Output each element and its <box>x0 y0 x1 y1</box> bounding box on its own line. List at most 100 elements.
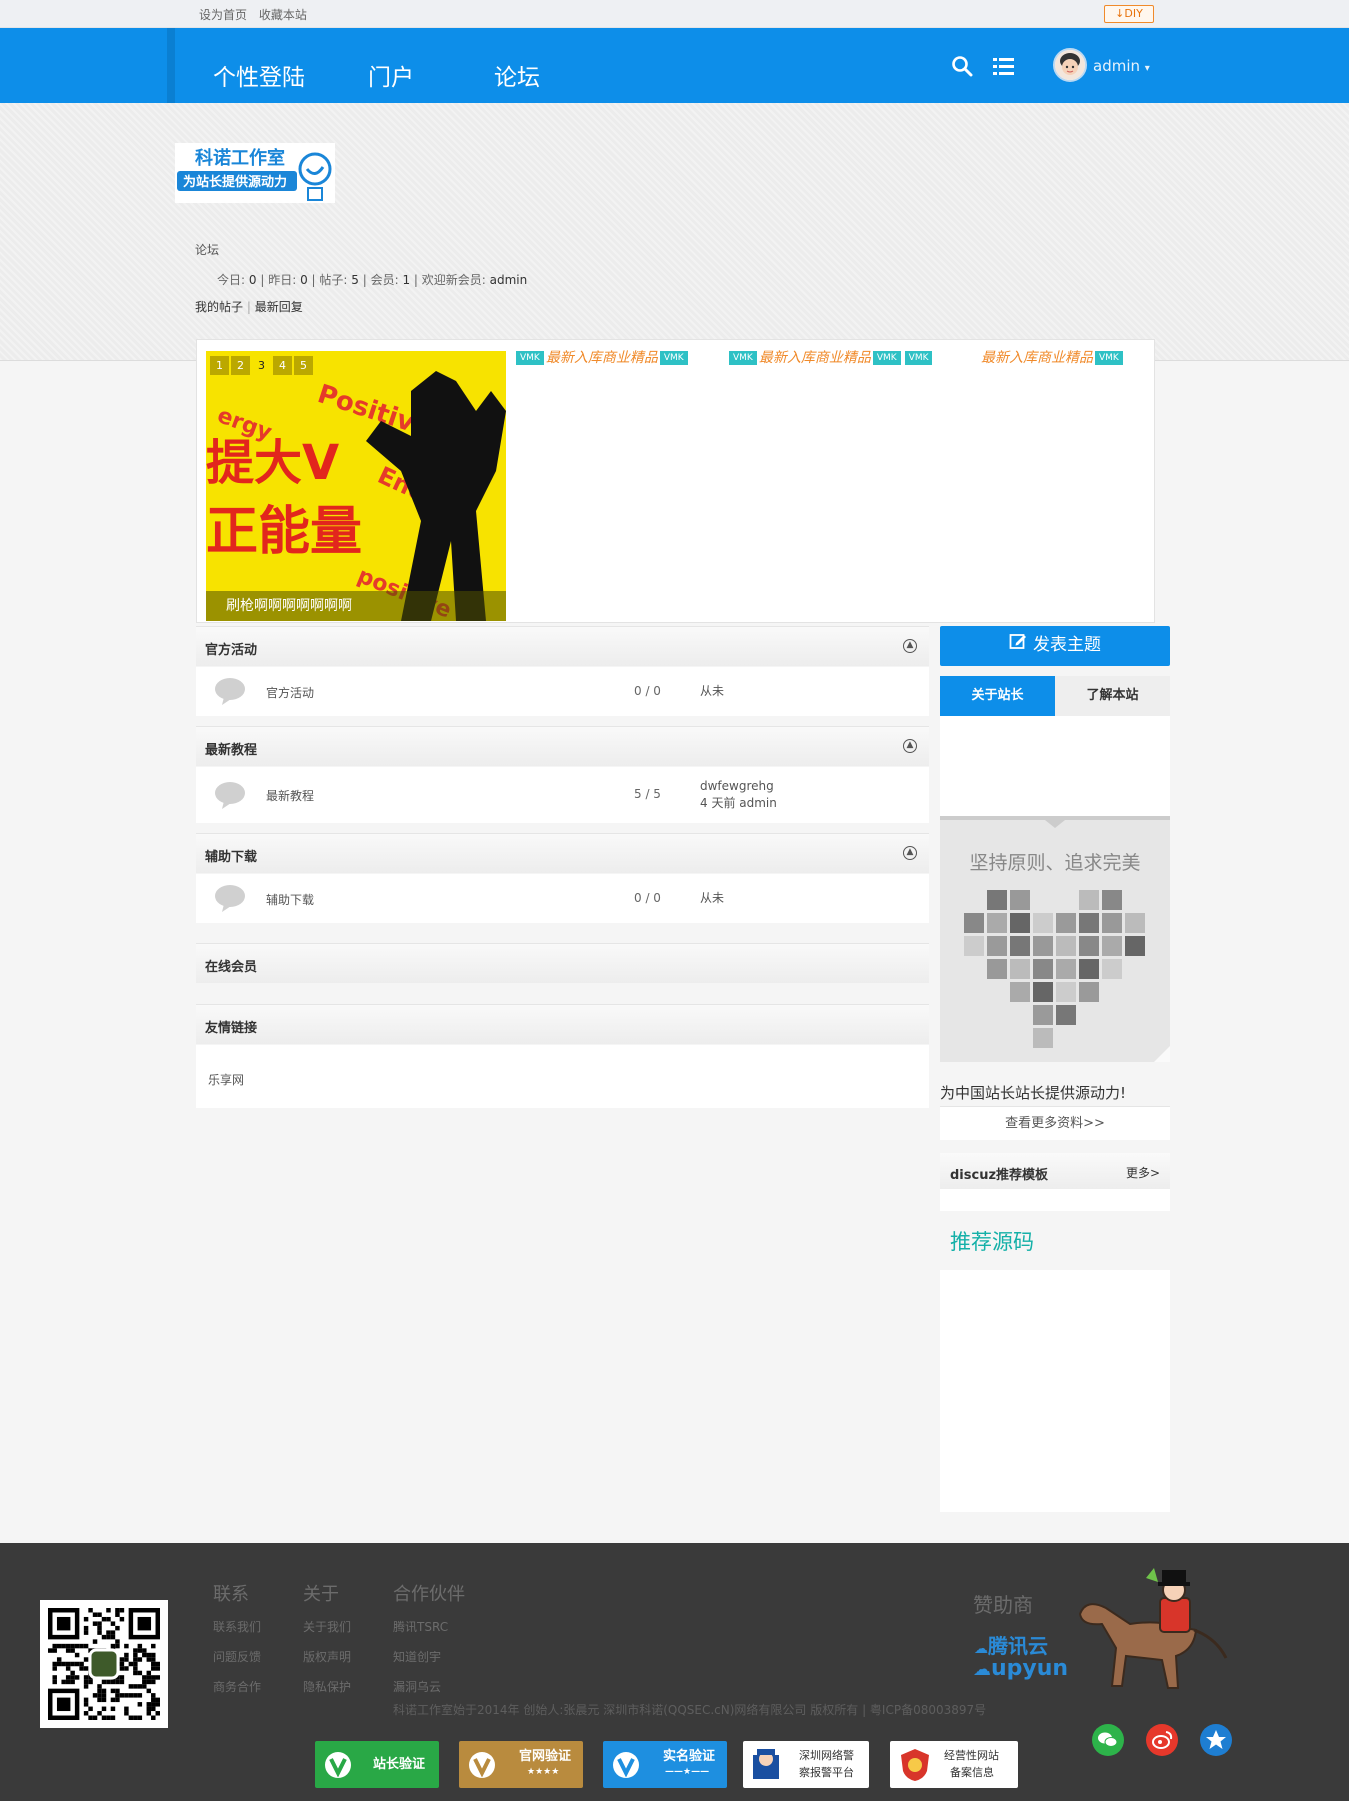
heart-photo-thumb[interactable] <box>987 913 1007 933</box>
heart-photo-thumb[interactable] <box>1079 982 1099 1002</box>
footer-link[interactable]: 问题反馈 <box>213 1648 261 1665</box>
group-title[interactable]: 官方活动 <box>205 639 257 658</box>
tab-about-site[interactable]: 了解本站 <box>1055 676 1170 716</box>
badge-realname-verify[interactable]: 实名验证 ——★—— <box>603 1741 727 1788</box>
heart-photo-thumb[interactable] <box>1056 936 1076 956</box>
heart-photo-thumb[interactable] <box>1033 936 1053 956</box>
marquee-item[interactable]: VMK 最新入库商业精品 VMK <box>514 347 690 367</box>
friend-link[interactable]: 乐享网 <box>208 1071 244 1088</box>
heart-photo-thumb[interactable] <box>1079 890 1099 910</box>
heart-photo-thumb[interactable] <box>1010 959 1030 979</box>
slide-page-button[interactable]: 1 <box>210 356 229 375</box>
heart-photo-thumb[interactable] <box>1102 913 1122 933</box>
forum-name[interactable]: 辅助下载 <box>266 891 314 908</box>
recommend-more-link[interactable]: 更多> <box>1126 1164 1160 1181</box>
heart-photo-thumb[interactable] <box>964 936 984 956</box>
footer-link[interactable]: 腾讯TSRC <box>393 1618 465 1635</box>
heart-photo-thumb[interactable] <box>1033 1028 1053 1048</box>
footer-link[interactable]: 联系我们 <box>213 1618 261 1635</box>
footer-link[interactable]: 隐私保护 <box>303 1678 351 1695</box>
sponsor-tencent-cloud[interactable]: ☁腾讯云 <box>974 1630 1048 1659</box>
footer-link[interactable]: 关于我们 <box>303 1618 351 1635</box>
collapse-icon[interactable]: ▲ <box>903 846 917 860</box>
heart-photo-thumb[interactable] <box>1125 913 1145 933</box>
more-info-link[interactable]: 查看更多资料>> <box>940 1106 1170 1140</box>
heart-photo-thumb[interactable] <box>1010 936 1030 956</box>
heart-photo-thumb[interactable] <box>987 936 1007 956</box>
footer-link[interactable]: 版权声明 <box>303 1648 351 1665</box>
forum-last-post: 从未 <box>700 891 725 905</box>
marquee-item[interactable]: 最新入库商业精品 VMK <box>981 347 1125 367</box>
slide-page-button[interactable]: 2 <box>231 356 250 375</box>
heart-photo-thumb[interactable] <box>987 959 1007 979</box>
last-post-title[interactable]: dwfewgrehg <box>700 778 777 795</box>
heart-photo-thumb[interactable] <box>1033 982 1053 1002</box>
heart-photo-thumb[interactable] <box>1033 959 1053 979</box>
new-thread-button[interactable]: 发表主题 <box>940 626 1170 666</box>
bookmark-link[interactable]: 收藏本站 <box>259 8 307 22</box>
badge-police-platform[interactable]: 深圳网络警 察报警平台 <box>743 1741 869 1788</box>
marquee-item[interactable]: VMK 最新入库商业精品 VMK VMK <box>727 347 934 367</box>
slide-page-button-active[interactable]: 3 <box>252 356 271 375</box>
footer-link[interactable]: 商务合作 <box>213 1678 261 1695</box>
heart-photo-thumb[interactable] <box>1010 982 1030 1002</box>
weibo-icon[interactable] <box>1146 1724 1178 1756</box>
slide-page-button[interactable]: 4 <box>273 356 292 375</box>
heart-photo-thumb[interactable] <box>1125 936 1145 956</box>
site-logo[interactable]: 科诺工作室 为站长提供源动力 <box>175 143 335 203</box>
heart-photo-thumb[interactable] <box>1033 913 1053 933</box>
photo-heart[interactable] <box>960 890 1150 1050</box>
police-icon <box>753 1749 779 1779</box>
heart-photo-thumb[interactable] <box>964 913 984 933</box>
avatar[interactable] <box>1053 48 1087 82</box>
welcome-user-link[interactable]: admin <box>490 273 528 287</box>
list-menu-icon[interactable] <box>992 55 1018 81</box>
recommend-title: discuz推荐模板 <box>950 1168 1049 1183</box>
footer-heading: 联系 <box>213 1584 249 1605</box>
nav-item-login[interactable]: 个性登陆 <box>213 58 305 92</box>
footer-link[interactable]: 漏洞乌云 <box>393 1678 465 1695</box>
heart-photo-thumb[interactable] <box>1056 959 1076 979</box>
heart-photo-thumb[interactable] <box>1056 913 1076 933</box>
heart-photo-thumb[interactable] <box>1033 1005 1053 1025</box>
nav-item-forum[interactable]: 论坛 <box>494 58 540 92</box>
heart-photo-thumb[interactable] <box>1079 936 1099 956</box>
slide-image[interactable]: Positive ergy Energy positive 提大V 正能量 <box>206 351 506 621</box>
heart-photo-thumb[interactable] <box>1010 890 1030 910</box>
wechat-icon[interactable] <box>1092 1724 1124 1756</box>
slide-caption[interactable]: 刷枪啊啊啊啊啊啊啊 <box>206 591 506 621</box>
nav-item-portal[interactable]: 门户 <box>368 58 414 92</box>
user-menu[interactable]: admin ▾ <box>1093 57 1150 75</box>
my-posts-link[interactable]: 我的帖子 <box>195 300 243 314</box>
heart-photo-thumb[interactable] <box>1102 890 1122 910</box>
search-icon[interactable] <box>951 55 977 81</box>
sponsor-upyun[interactable]: ☁upyun <box>973 1656 1068 1681</box>
diy-button[interactable]: ↓DIY <box>1104 5 1154 23</box>
heart-photo-thumb[interactable] <box>1079 913 1099 933</box>
favorite-star-icon[interactable] <box>1200 1724 1232 1756</box>
set-home-link[interactable]: 设为首页 <box>199 8 247 22</box>
heart-photo-thumb[interactable] <box>987 890 1007 910</box>
badge-official-verify[interactable]: 官网验证 ★★★★ <box>459 1741 583 1788</box>
footer-link[interactable]: 知道创宇 <box>393 1648 465 1665</box>
group-title[interactable]: 辅助下载 <box>205 846 257 865</box>
breadcrumb[interactable]: 论坛 <box>195 241 219 258</box>
heart-photo-thumb[interactable] <box>1079 959 1099 979</box>
tab-about-owner[interactable]: 关于站长 <box>940 676 1055 716</box>
online-title[interactable]: 在线会员 <box>205 956 257 975</box>
heart-photo-thumb[interactable] <box>1056 1005 1076 1025</box>
group-title[interactable]: 最新教程 <box>205 739 257 758</box>
collapse-icon[interactable]: ▲ <box>903 739 917 753</box>
logo-line1: 科诺工作室 <box>195 147 285 169</box>
badge-webmaster-verify[interactable]: 站长验证 <box>315 1741 439 1788</box>
heart-photo-thumb[interactable] <box>1102 959 1122 979</box>
heart-photo-thumb[interactable] <box>1056 982 1076 1002</box>
slide-page-button[interactable]: 5 <box>294 356 313 375</box>
collapse-icon[interactable]: ▲ <box>903 639 917 653</box>
heart-photo-thumb[interactable] <box>1102 936 1122 956</box>
heart-photo-thumb[interactable] <box>1010 913 1030 933</box>
latest-replies-link[interactable]: 最新回复 <box>255 300 303 314</box>
forum-name[interactable]: 最新教程 <box>266 787 314 804</box>
badge-business-record[interactable]: 经营性网站 备案信息 <box>890 1741 1018 1788</box>
forum-name[interactable]: 官方活动 <box>266 684 314 701</box>
